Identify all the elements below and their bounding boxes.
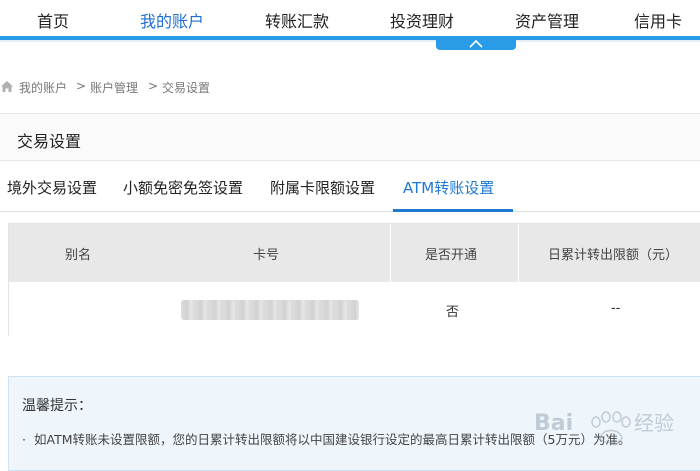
column-header-daily-limit: 日累计转出限额（元） <box>548 248 679 263</box>
nav-item-home[interactable]: 首页 <box>37 8 69 32</box>
page-header: 交易设置 <box>0 113 700 161</box>
settings-tabs: 境外交易设置 小额免密免签设置 附属卡限额设置 ATM转账设置 <box>0 162 700 212</box>
breadcrumb-separator: > <box>76 79 87 93</box>
nav-item-my-account[interactable]: 我的账户 <box>140 8 204 32</box>
atm-transfer-table: 别名 卡号 是否开通 日累计转出限额（元） 否 -- <box>8 223 700 336</box>
column-header-alias: 别名 <box>65 248 92 263</box>
svg-text:经验: 经验 <box>634 411 674 435</box>
nav-item-asset-management[interactable]: 资产管理 <box>515 8 579 32</box>
tab-small-amount-password-free[interactable]: 小额免密免签设置 <box>123 177 243 198</box>
home-icon[interactable] <box>0 80 14 93</box>
top-nav: 首页 我的账户 转账汇款 投资理财 资产管理 信用卡 <box>0 0 700 36</box>
bullet-icon: · <box>22 432 26 447</box>
column-divider <box>518 224 519 282</box>
cell-enabled: 否 <box>446 305 460 320</box>
tab-atm-transfer[interactable]: ATM转账设置 <box>403 177 494 198</box>
page-title: 交易设置 <box>17 132 82 151</box>
breadcrumb-separator: > <box>148 79 159 93</box>
active-tab-indicator <box>393 209 513 212</box>
column-header-enabled: 是否开通 <box>425 248 478 263</box>
breadcrumb-item-account-management[interactable]: 账户管理 <box>90 79 138 96</box>
nav-item-credit-card[interactable]: 信用卡 <box>634 8 682 32</box>
tab-overseas-transaction[interactable]: 境外交易设置 <box>7 177 97 198</box>
tab-supplementary-card-limit[interactable]: 附属卡限额设置 <box>270 177 375 198</box>
svg-text:Bai: Bai <box>534 411 573 436</box>
nav-item-investment[interactable]: 投资理财 <box>390 8 454 32</box>
table-header: 别名 卡号 是否开通 日累计转出限额（元） <box>9 224 700 282</box>
cell-daily-limit: -- <box>611 301 621 316</box>
column-header-card-number: 卡号 <box>253 248 280 263</box>
breadcrumb-item-my-account[interactable]: 我的账户 <box>19 79 67 96</box>
column-divider <box>390 224 391 282</box>
nav-divider <box>0 40 700 42</box>
nav-item-transfer[interactable]: 转账汇款 <box>265 8 329 32</box>
tip-title: 温馨提示： <box>22 398 92 414</box>
table-row[interactable]: 否 -- <box>9 282 700 336</box>
collapse-nav-button[interactable] <box>436 38 516 50</box>
baidu-watermark-logo: Bai 经验 <box>534 411 674 444</box>
chevron-up-icon <box>469 39 483 48</box>
cell-card-number-masked <box>181 300 359 320</box>
breadcrumb-item-transaction-settings: 交易设置 <box>162 81 211 95</box>
